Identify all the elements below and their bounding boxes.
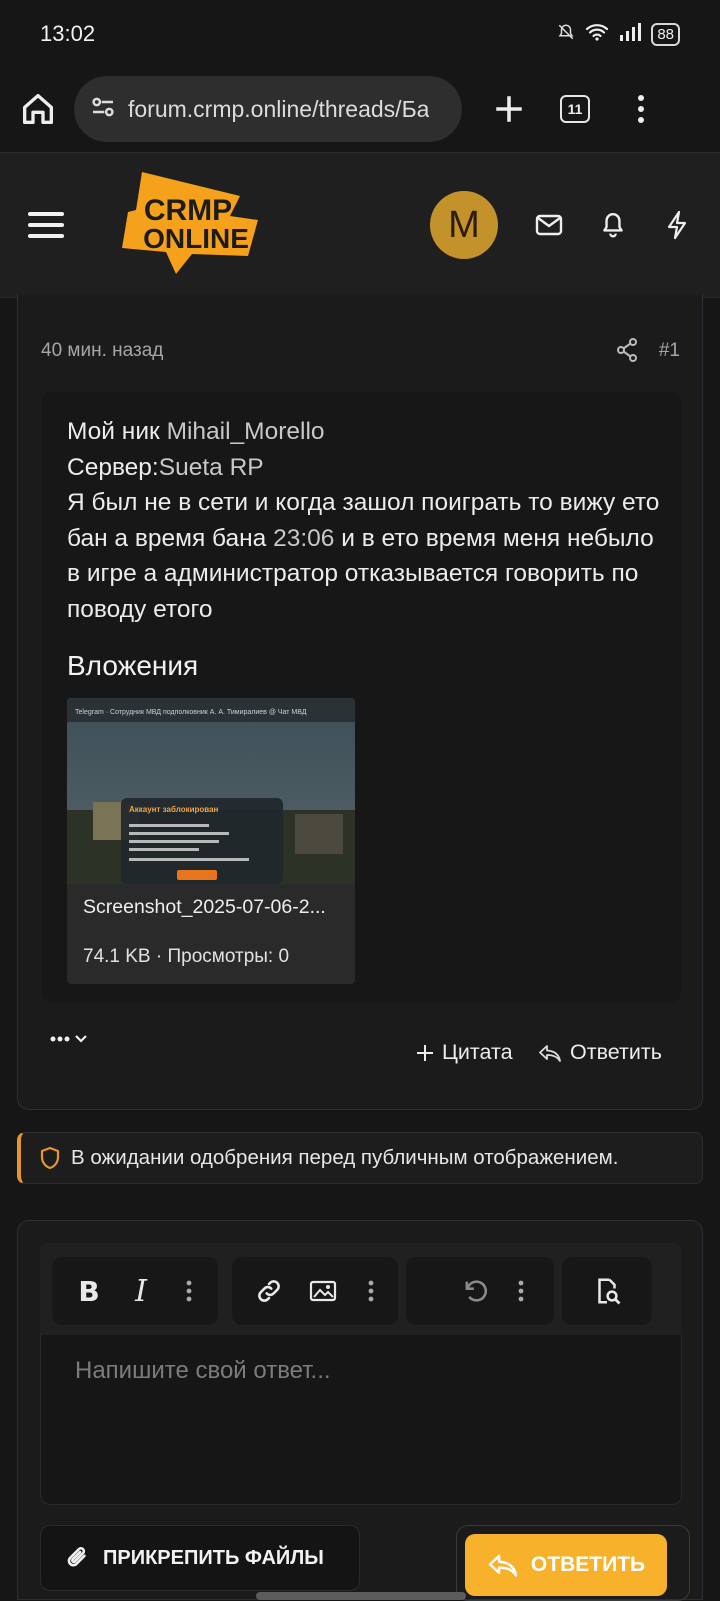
svg-text:Аккаунт заблокирован: Аккаунт заблокирован <box>129 805 219 814</box>
reply-icon <box>539 1044 561 1062</box>
address-bar[interactable]: forum.crmp.online/threads/Ба <box>74 76 462 142</box>
mail-icon[interactable] <box>534 210 564 240</box>
attach-files-button[interactable]: ПРИКРЕПИТЬ ФАЙЛЫ <box>40 1525 360 1591</box>
attachments-title: Вложения <box>67 650 199 681</box>
attach-files-label: ПРИКРЕПИТЬ ФАЙЛЫ <box>103 1546 324 1569</box>
signal-icon <box>619 22 642 46</box>
attachment-views: Просмотры: 0 <box>167 946 290 967</box>
attachment-thumbnail[interactable]: Telegram · Сотрудник МВД подполковник А.… <box>67 698 355 884</box>
attachment-size: 74.1 KB <box>83 946 151 967</box>
home-icon[interactable] <box>18 89 58 129</box>
url-text: forum.crmp.online/threads/Ба <box>128 95 430 122</box>
more-history-icon[interactable] <box>498 1268 544 1314</box>
reply-placeholder: Напишите свой ответ... <box>75 1357 331 1384</box>
post-number[interactable]: #1 <box>659 340 680 362</box>
post-message: Мой ник Mihail_Morello Сервер:Sueta RP Я… <box>67 414 667 627</box>
paperclip-icon <box>67 1547 86 1567</box>
undo-icon[interactable] <box>452 1268 498 1314</box>
menu-icon[interactable] <box>28 205 64 245</box>
submit-reply-wrapper: ОТВЕТИТЬ <box>456 1525 690 1601</box>
format-group: B I <box>52 1257 218 1325</box>
lightning-icon[interactable] <box>662 210 692 240</box>
home-indicator[interactable] <box>256 1592 466 1600</box>
plus-icon <box>417 1044 433 1061</box>
site-settings-icon[interactable] <box>88 92 118 127</box>
more-actions-button[interactable] <box>50 1034 88 1044</box>
site-header: CRMP ONLINE M <box>0 152 720 298</box>
nick-label: Мой ник <box>67 418 160 445</box>
status-bar: 13:02 88 <box>0 0 720 68</box>
history-group <box>406 1257 554 1325</box>
status-time: 13:02 <box>40 21 96 46</box>
more-format-icon[interactable] <box>166 1268 212 1314</box>
reply-label: Ответить <box>570 1040 662 1064</box>
submit-reply-button[interactable]: ОТВЕТИТЬ <box>465 1534 667 1596</box>
attachment-info: 74.1 KB · Просмотры: 0 <box>83 946 290 967</box>
bell-icon[interactable] <box>598 210 628 240</box>
more-insert-icon[interactable] <box>348 1268 394 1314</box>
shield-icon <box>40 1146 60 1170</box>
tab-count: 11 <box>560 95 590 123</box>
post-card: 40 мин. назад #1 Мой ник Mihail_Morello … <box>17 294 703 1110</box>
wifi-icon <box>585 23 609 46</box>
notice-text: В ожидании одобрения перед публичным ото… <box>71 1146 619 1169</box>
reply-editor: B I Напишите свой ответ... ПРИКРЕПИТЬ ФА… <box>17 1220 703 1601</box>
post-time[interactable]: 40 мин. назад <box>41 340 163 362</box>
chevron-down-icon <box>75 1035 87 1043</box>
site-logo[interactable]: CRMP ONLINE <box>122 171 258 279</box>
svg-text:ONLINE: ONLINE <box>143 223 249 254</box>
tab-switcher-button[interactable]: 11 <box>560 95 590 123</box>
battery-indicator: 88 <box>651 22 680 46</box>
status-icons: 88 <box>557 22 680 46</box>
submit-reply-label: ОТВЕТИТЬ <box>530 1553 646 1576</box>
attachment-name[interactable]: Screenshot_2025-07-06-2... <box>83 896 326 919</box>
image-icon[interactable] <box>300 1268 346 1314</box>
share-icon[interactable] <box>616 338 638 367</box>
browser-toolbar: forum.crmp.online/threads/Ба 11 <box>0 68 720 150</box>
attachment-card[interactable]: Telegram · Сотрудник МВД подполковник А.… <box>67 698 355 984</box>
reply-icon <box>488 1554 518 1577</box>
mute-bell-icon <box>557 23 575 46</box>
reply-button[interactable]: Ответить <box>538 1040 662 1065</box>
italic-button[interactable]: I <box>118 1268 164 1314</box>
ban-time: 23:06 <box>273 524 335 552</box>
nick-value: Mihail_Morello <box>166 418 325 445</box>
svg-text:Telegram · Сотрудник МВД подпо: Telegram · Сотрудник МВД подполковник А.… <box>75 709 307 716</box>
server-label: Сервер: <box>67 453 159 481</box>
insert-group <box>232 1257 398 1325</box>
preview-group <box>562 1257 652 1325</box>
preview-icon[interactable] <box>584 1268 630 1314</box>
avatar[interactable]: M <box>430 191 498 259</box>
quote-button[interactable]: Цитата <box>416 1040 513 1065</box>
approval-notice: В ожидании одобрения перед публичным ото… <box>17 1132 703 1184</box>
reply-textarea[interactable]: Напишите свой ответ... <box>40 1335 682 1505</box>
editor-toolbar: B I <box>40 1243 682 1335</box>
server-value: Sueta RP <box>158 453 264 481</box>
quote-label: Цитата <box>442 1040 513 1064</box>
new-tab-icon[interactable] <box>492 92 526 126</box>
bold-button[interactable]: B <box>66 1268 112 1314</box>
browser-menu-icon[interactable] <box>636 93 646 125</box>
post-body: Мой ник Mihail_Morello Сервер:Sueta RP Я… <box>41 392 681 1002</box>
link-icon[interactable] <box>246 1268 292 1314</box>
